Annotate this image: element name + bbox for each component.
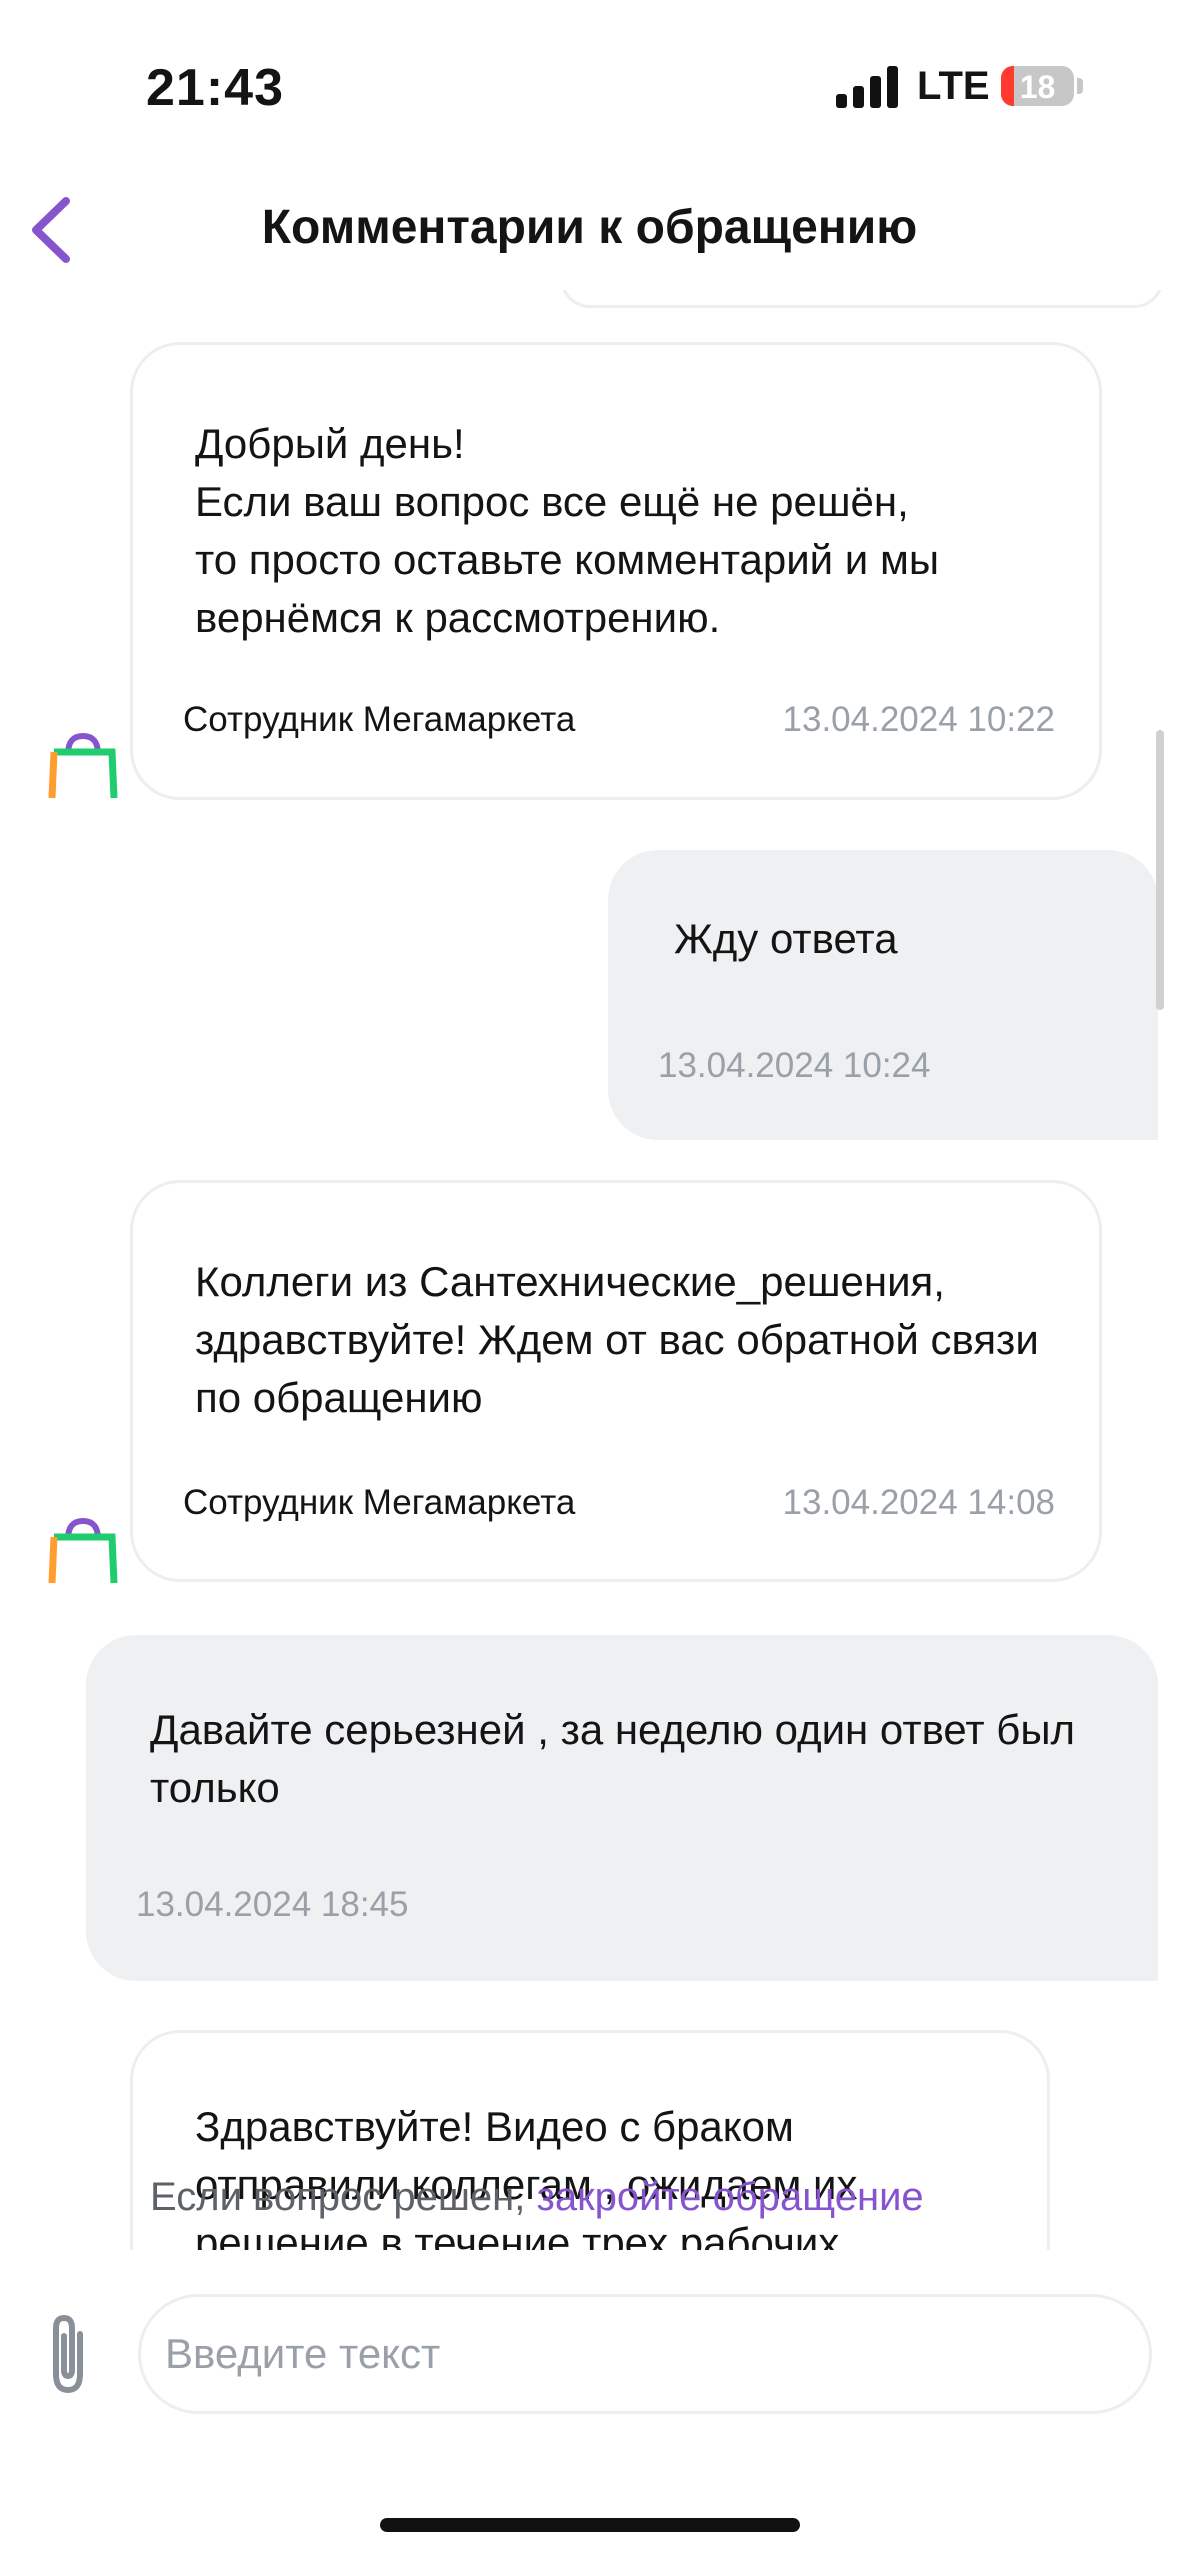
chat-scrollbar[interactable]: [1156, 730, 1164, 1010]
message-author: Сотрудник Мегамаркета: [183, 1483, 576, 1522]
status-time: 21:43: [146, 59, 284, 117]
message-input[interactable]: [138, 2294, 1152, 2414]
megamarket-bag-icon: [48, 732, 118, 799]
message-text: Давайте серьезней , за неделю один ответ…: [150, 1706, 1076, 1811]
nav-header: Комментарии к обращению: [0, 170, 1179, 290]
status-bar: 21:43 LTE 18: [0, 0, 1179, 170]
message-text: Коллеги из Сантехнические_решения, здрав…: [195, 1258, 1039, 1421]
message-author: Сотрудник Мегамаркета: [183, 700, 576, 739]
battery-icon: 18: [1001, 66, 1074, 106]
network-type: LTE: [917, 64, 990, 108]
message-time: 13.04.2024 10:24: [658, 1046, 931, 1085]
outgoing-message: Давайте серьезней , за неделю один ответ…: [86, 1635, 1158, 1981]
message-time: 13.04.2024 18:45: [136, 1885, 409, 1924]
chat-messages[interactable]: Добрый день! Если ваш вопрос все ещё не …: [0, 290, 1179, 2250]
outgoing-message: Жду ответа 13.04.2024 10:24: [608, 850, 1158, 1140]
message-time: 13.04.2024 14:08: [782, 1483, 1055, 1522]
incoming-message: Коллеги из Сантехнические_решения, здрав…: [130, 1180, 1102, 1582]
message-text: Здравствуйте! Видео с браком отправили к…: [195, 2103, 858, 2250]
message-time: 13.04.2024 10:22: [782, 700, 1055, 739]
composer: [0, 2250, 1179, 2450]
resolved-hint-text: Если вопрос решен,: [150, 2175, 537, 2219]
home-indicator: [380, 2518, 800, 2532]
message-text: Добрый день! Если ваш вопрос все ещё не …: [195, 420, 940, 641]
close-request-link[interactable]: закройте обращение: [536, 2175, 923, 2219]
cellular-signal-icon: [836, 66, 898, 108]
message-text: Жду ответа: [674, 915, 898, 962]
incoming-message: Добрый день! Если ваш вопрос все ещё не …: [130, 342, 1102, 800]
paperclip-icon: [53, 2314, 83, 2394]
previous-message-edge: [560, 290, 1164, 308]
page-title: Комментарии к обращению: [261, 201, 918, 254]
battery-tip: [1077, 78, 1083, 94]
attach-button[interactable]: [40, 2308, 96, 2398]
battery-percent: 18: [1019, 69, 1056, 105]
megamarket-bag-icon: [48, 1517, 118, 1584]
resolved-hint: Если вопрос решен, закройте обращение: [150, 2175, 924, 2220]
